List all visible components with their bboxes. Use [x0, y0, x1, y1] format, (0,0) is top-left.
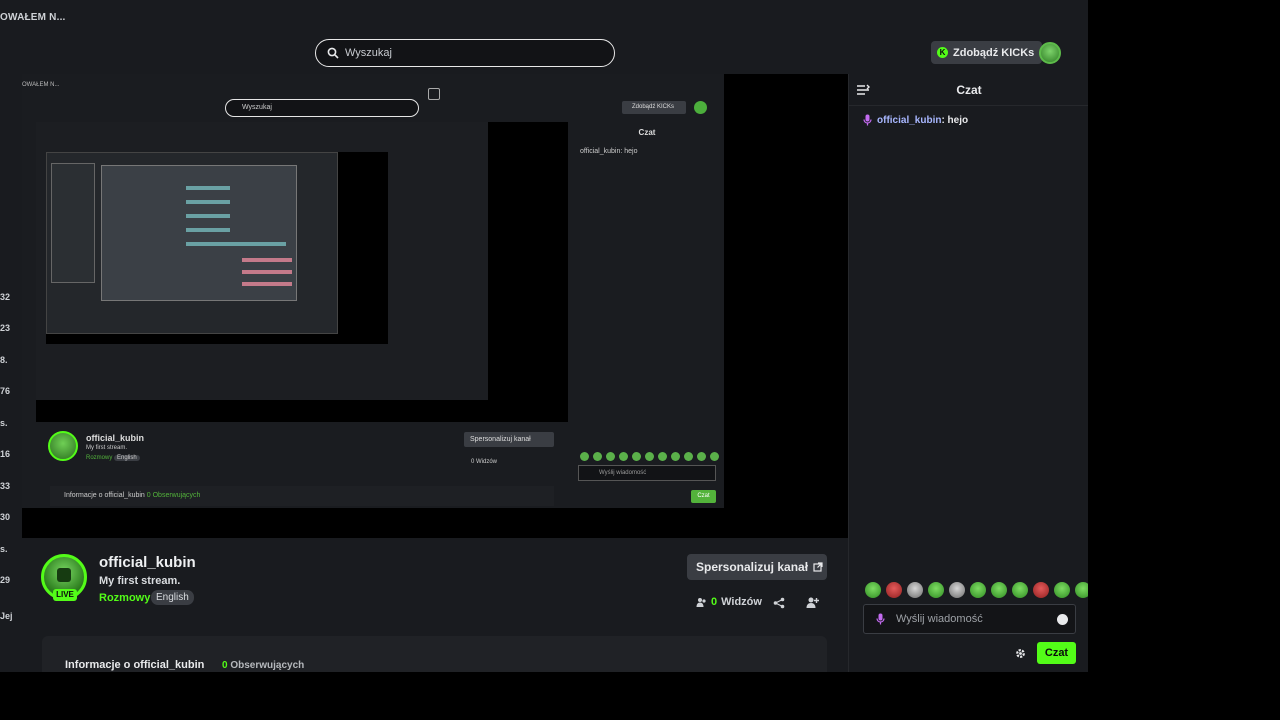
about-card[interactable]: Informacje o official_kubin 0 Obserwując…: [42, 636, 827, 672]
stream-category[interactable]: Rozmowy: [99, 592, 150, 604]
sidebar-number: s.: [0, 418, 8, 428]
capture-nested-video: [46, 152, 388, 344]
external-link-icon: [813, 562, 823, 572]
viewers-number: 0: [711, 596, 718, 608]
capture-avatar: [694, 101, 707, 114]
chat-message-input[interactable]: [896, 613, 1056, 625]
outer-black-margin-bottom: [0, 672, 1088, 720]
capture-emote-row: [580, 452, 719, 461]
emote-icon[interactable]: [928, 582, 944, 598]
chat-header: Czat: [849, 74, 1088, 106]
capture-stream-title: My first stream.: [86, 445, 128, 451]
capture-about: Informacje o official_kubin 0 Obserwując…: [50, 486, 554, 506]
share-icon[interactable]: [773, 597, 785, 609]
capture-deep-sidebar: [51, 163, 95, 283]
capture-search: Wyszukaj: [225, 99, 419, 117]
live-badge: LIVE: [53, 589, 77, 601]
outer-black-margin-right: [1088, 0, 1280, 720]
get-kicks-button[interactable]: K Zdobądź KICKs: [931, 41, 1043, 64]
sidebar-number: 23: [0, 323, 11, 333]
capture-nested-page: [36, 122, 488, 400]
sidebar-number: 29: [0, 575, 11, 585]
followers-count: 0 Obserwujących: [222, 660, 305, 671]
capture-breadcrumb: OWAŁEM N...: [22, 82, 60, 88]
sidebar-number: s.: [0, 544, 8, 554]
popout-icon: [428, 88, 440, 100]
chat-title: Czat: [956, 83, 982, 97]
capture-channel-avatar: [48, 431, 78, 461]
capture-chat-title: Czat: [638, 128, 656, 137]
emote-icon[interactable]: [991, 582, 1007, 598]
channel-name[interactable]: official_kubin: [99, 554, 196, 571]
capture-deep-grid: [101, 165, 297, 301]
capture-chat-message: official_kubin: hejo: [580, 148, 638, 155]
search-input[interactable]: [345, 47, 595, 59]
emote-icon[interactable]: [1054, 582, 1070, 598]
microphone-icon: [876, 613, 885, 625]
emote-icon[interactable]: [907, 582, 923, 598]
emote-row: [865, 582, 1088, 598]
capture-channel-name: official_kubin: [86, 433, 145, 443]
chat-input-box[interactable]: [863, 604, 1076, 634]
capture-nested-chat: [398, 152, 488, 400]
emote-icon[interactable]: [865, 582, 881, 598]
chat-text: : hejo: [941, 114, 969, 126]
sidebar-number: 8.: [0, 355, 8, 365]
kick-stream-page: OWAŁEM N... K Zdobądź KICKs 32 23 8. 76 …: [0, 0, 1088, 672]
sidebar-number: 76: [0, 386, 11, 396]
search-icon: [327, 47, 339, 59]
capture-kicks-button: Zdobądź KICKs: [622, 101, 686, 114]
top-bar: OWAŁEM N... K Zdobądź KICKs: [0, 0, 1088, 74]
chat-panel: Czat official_kubin: hejo Czat: [848, 74, 1088, 672]
personalize-label: Spersonalizuj kanał: [696, 560, 809, 574]
capture-viewers: 0 Widzów: [471, 459, 498, 465]
stream-title: My first stream.: [99, 575, 181, 587]
kicks-icon: K: [937, 47, 948, 58]
video-player[interactable]: OWAŁEM N... Wyszukaj Zdobądź KICKs Czat …: [22, 74, 848, 538]
search-box[interactable]: [315, 39, 615, 67]
capture-chat: Czat official_kubin: hejo Wyślij wiadomo…: [570, 122, 724, 508]
viewer-count: 0 Widzów: [696, 596, 762, 608]
emote-icon[interactable]: [1075, 582, 1088, 598]
capture-deep-nested-screen: [46, 152, 338, 334]
chat-settings-gear-icon[interactable]: [1014, 647, 1027, 660]
language-tag[interactable]: English: [151, 590, 194, 605]
sidebar-number: 30: [0, 512, 11, 522]
follow-user-icon[interactable]: [806, 596, 819, 609]
emote-icon[interactable]: [949, 582, 965, 598]
screen-capture: OWAŁEM N... Wyszukaj Zdobądź KICKs Czat …: [22, 74, 724, 508]
emoji-picker-icon[interactable]: [1057, 614, 1068, 625]
capture-chat-input: Wyślij wiadomość: [578, 465, 716, 481]
emote-icon[interactable]: [970, 582, 986, 598]
capture-video: [36, 122, 568, 422]
capture-send-button: Czat: [691, 490, 716, 503]
user-avatar[interactable]: [1039, 42, 1061, 64]
get-kicks-label: Zdobądź KICKs: [953, 46, 1035, 59]
about-title: Informacje o official_kubin: [65, 659, 205, 671]
capture-personalize-button: Spersonalizuj kanał: [464, 432, 554, 447]
viewers-label: Widzów: [721, 596, 762, 608]
microphone-badge-icon: [863, 114, 872, 126]
sidebar-number: 33: [0, 481, 11, 491]
send-chat-button[interactable]: Czat: [1037, 642, 1076, 664]
capture-category: Rozmowy English: [86, 455, 140, 461]
sidebar-number: 32: [0, 292, 11, 302]
emote-icon[interactable]: [1033, 582, 1049, 598]
viewers-icon: [696, 597, 706, 607]
emote-icon[interactable]: [1012, 582, 1028, 598]
chat-message: official_kubin: hejo: [863, 114, 968, 126]
sidebar-number: 16: [0, 449, 11, 459]
emote-icon[interactable]: [886, 582, 902, 598]
chat-username[interactable]: official_kubin: [877, 115, 941, 126]
breadcrumb[interactable]: OWAŁEM N...: [0, 12, 66, 23]
personalize-channel-button[interactable]: Spersonalizuj kanał: [687, 554, 827, 580]
sidebar-number: Jej: [0, 611, 13, 621]
